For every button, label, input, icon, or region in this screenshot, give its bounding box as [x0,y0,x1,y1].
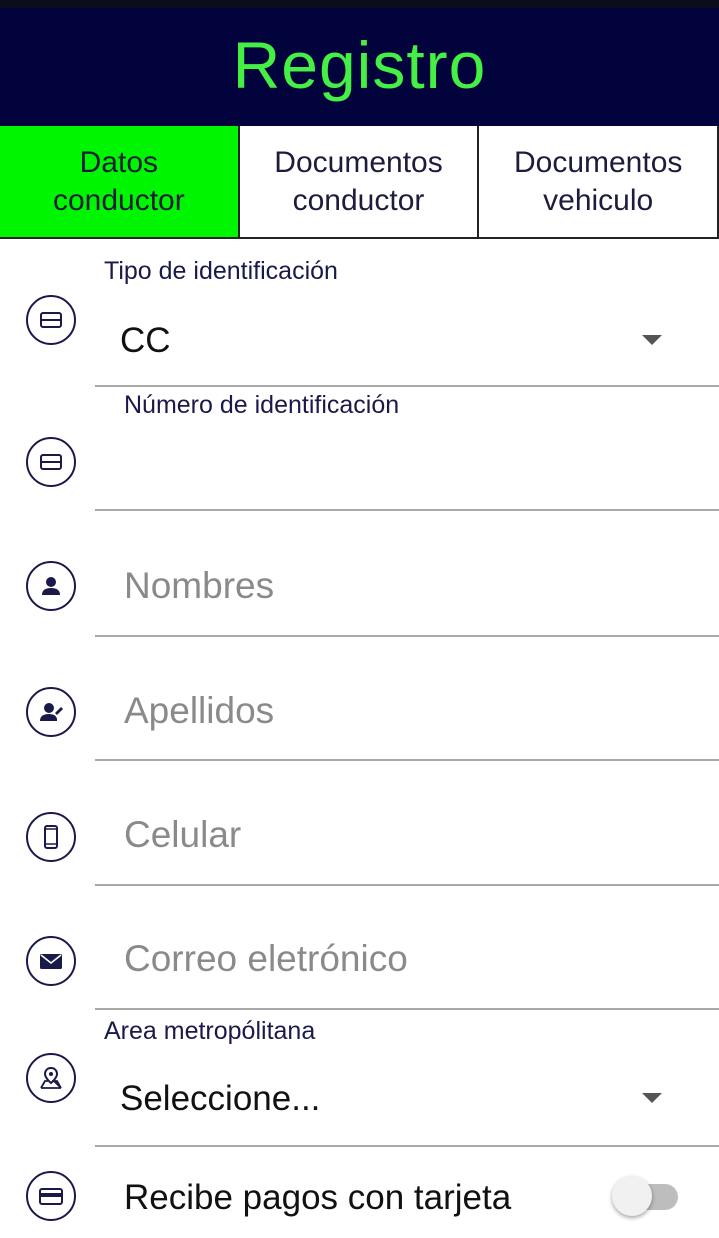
email-row[interactable]: Correo eletrónico [0,886,719,1011]
phone-icon [26,812,76,862]
first-name-row[interactable]: Nombres [0,513,719,637]
divider [95,385,719,387]
id-card-icon [26,437,76,487]
id-number-row[interactable]: Número de identificación [0,389,719,513]
last-name-row[interactable]: Apellidos [0,637,719,762]
divider [95,1145,719,1147]
credit-card-icon [26,1171,76,1221]
chevron-down-icon[interactable] [642,1093,662,1103]
tab-documentos-vehiculo[interactable]: Documentos vehiculo [477,126,719,237]
metro-area-select[interactable]: Seleccione... [120,1079,320,1119]
envelope-icon [26,936,76,986]
app-header: Registro [0,8,719,126]
tab-bar: Datos conductor Documentos conductor Doc… [0,126,719,239]
status-bar [0,0,719,8]
phone-row[interactable]: Celular [0,762,719,886]
map-pin-icon [26,1053,76,1103]
card-payments-row: Recibe pagos con tarjeta [0,1148,719,1238]
tab-datos-conductor[interactable]: Datos conductor [0,126,238,237]
divider [95,1008,719,1010]
email-input[interactable]: Correo eletrónico [124,938,408,980]
id-type-row: Tipo de identificación CC [0,239,719,389]
person-icon [26,561,76,611]
id-type-label: Tipo de identificación [104,257,338,285]
metro-area-row: Area metropólitana Seleccione... [0,1011,719,1148]
id-type-select[interactable]: CC [120,321,171,361]
metro-area-label: Area metropólitana [104,1017,316,1045]
id-number-label: Número de identificación [124,391,400,419]
chevron-down-icon[interactable] [642,335,662,345]
card-payments-label: Recibe pagos con tarjeta [124,1178,512,1217]
tab-documentos-conductor[interactable]: Documentos conductor [237,126,478,237]
page-title: Registro [232,28,487,102]
person-edit-icon [26,687,76,737]
first-name-input[interactable]: Nombres [124,565,274,607]
card-payments-toggle[interactable] [612,1176,678,1216]
id-card-icon [26,295,76,345]
phone-input[interactable]: Celular [124,814,241,856]
divider [95,509,719,511]
divider [95,759,719,761]
last-name-input[interactable]: Apellidos [124,690,274,732]
toggle-thumb [612,1176,652,1216]
